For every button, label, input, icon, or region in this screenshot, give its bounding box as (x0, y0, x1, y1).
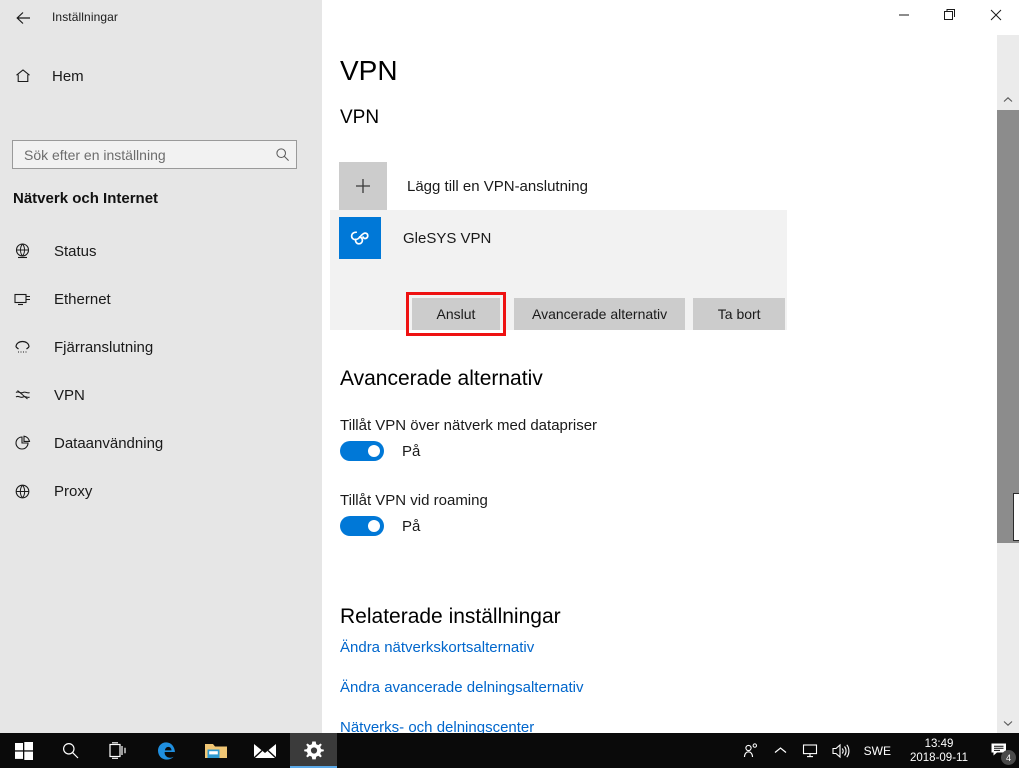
advanced-options-heading: Avancerade alternativ (340, 367, 543, 390)
close-icon[interactable] (973, 0, 1019, 30)
network-icon[interactable] (796, 733, 826, 768)
minimize-icon[interactable] (881, 0, 927, 30)
sidebar-item-proxy-label: Proxy (54, 482, 93, 500)
clipped-tooltip-edge (1013, 493, 1019, 541)
sidebar-category-heading: Nätverk och Internet (13, 190, 159, 207)
vpn-card-header: GleSYS VPN (339, 217, 491, 259)
search-icon[interactable] (268, 147, 296, 162)
vertical-scrollbar[interactable] (997, 35, 1019, 733)
chevron-up-icon[interactable] (997, 90, 1019, 110)
search-input[interactable]: Sök efter en inställning (12, 140, 297, 169)
glesys-logo-icon (339, 217, 381, 259)
chevron-up-icon[interactable] (766, 733, 796, 768)
vpn-icon (13, 386, 43, 405)
back-arrow-icon[interactable] (8, 4, 38, 32)
chevron-down-icon[interactable] (997, 713, 1019, 733)
toggle-switch-track[interactable] (340, 516, 384, 536)
remove-button[interactable]: Ta bort (693, 298, 786, 330)
globe-icon (13, 482, 43, 501)
search-input-placeholder: Sök efter en inställning (24, 146, 166, 163)
connect-button[interactable]: Anslut (412, 298, 500, 330)
sidebar-item-home[interactable]: Hem (0, 57, 322, 95)
scrollbar-thumb[interactable] (997, 110, 1019, 543)
settings-button[interactable] (290, 733, 337, 768)
connect-button-highlight: Anslut (406, 292, 506, 336)
pie-chart-icon (13, 434, 43, 453)
vpn-section-heading: VPN (340, 107, 380, 128)
people-icon[interactable] (736, 733, 766, 768)
taskbar: SWE 13:49 2018-09-11 4 (0, 733, 1019, 768)
related-link-network-sharing-center[interactable]: Nätverks- och delningscenter (340, 719, 534, 733)
language-indicator[interactable]: SWE (856, 744, 899, 758)
roaming-toggle[interactable]: På (340, 516, 420, 536)
clock-time: 13:49 (924, 737, 954, 750)
page-title: VPN (340, 55, 398, 86)
toggle-switch-track[interactable] (340, 441, 384, 461)
plus-icon (339, 162, 387, 210)
mail-button[interactable] (241, 733, 288, 768)
related-link-sharing-options[interactable]: Ändra avancerade delningsalternativ (340, 679, 584, 696)
sidebar-item-ethernet[interactable]: Ethernet (0, 275, 322, 323)
system-tray: SWE 13:49 2018-09-11 4 (736, 733, 1019, 768)
globe-status-icon (13, 242, 43, 261)
volume-icon[interactable] (826, 733, 856, 768)
related-link-adapter-options[interactable]: Ändra nätverkskortsalternativ (340, 639, 534, 656)
notification-icon[interactable]: 4 (979, 733, 1019, 768)
sidebar-item-vpn[interactable]: VPN (0, 371, 322, 419)
task-view-button[interactable] (94, 733, 141, 768)
sidebar-nav-list: Status Ethernet Fjärranslutning VPN Data… (0, 227, 322, 515)
sidebar-item-data-usage-label: Dataanvändning (54, 434, 164, 452)
roaming-option-label: Tillåt VPN vid roaming (340, 492, 488, 509)
edge-button[interactable] (143, 733, 190, 768)
clock-date: 2018-09-11 (910, 751, 968, 764)
sidebar-item-vpn-label: VPN (54, 386, 85, 404)
title-bar: Inställningar (0, 0, 1019, 35)
sidebar-item-status[interactable]: Status (0, 227, 322, 275)
main-content: VPN VPN Lägg till en VPN-anslutning GleS… (322, 35, 997, 733)
sidebar-item-ethernet-label: Ethernet (54, 290, 111, 308)
start-button[interactable] (0, 733, 47, 768)
toggle-switch-knob (368, 445, 380, 457)
related-settings-heading: Relaterade inställningar (340, 605, 561, 628)
advanced-options-button[interactable]: Avancerade alternativ (514, 298, 686, 330)
toggle-switch-knob (368, 520, 380, 532)
roaming-toggle-state: På (402, 517, 421, 535)
add-vpn-connection-button[interactable]: Lägg till en VPN-anslutning (339, 162, 779, 210)
sidebar: Hem Sök efter en inställning Nätverk och… (0, 35, 322, 733)
home-icon (14, 67, 42, 85)
sidebar-item-home-label: Hem (52, 67, 84, 85)
clock[interactable]: 13:49 2018-09-11 (899, 737, 979, 765)
metered-network-option-label: Tillåt VPN över nätverk med datapriser (340, 417, 598, 434)
add-vpn-connection-label: Lägg till en VPN-anslutning (407, 177, 588, 195)
sidebar-item-proxy[interactable]: Proxy (0, 467, 322, 515)
dialup-icon (13, 338, 43, 357)
file-explorer-button[interactable] (192, 733, 239, 768)
sidebar-item-dialup-label: Fjärranslutning (54, 338, 154, 356)
settings-window: Inställningar Hem Sök efter en inställni… (0, 0, 1019, 768)
metered-network-toggle-state: På (402, 442, 421, 460)
restore-icon[interactable] (927, 0, 973, 30)
sidebar-item-dialup[interactable]: Fjärranslutning (0, 323, 322, 371)
window-title: Inställningar (52, 10, 119, 24)
search-button[interactable] (47, 733, 94, 768)
title-bar-left-pane (0, 0, 322, 35)
vpn-action-buttons: Anslut Avancerade alternativ Ta bort (406, 292, 786, 336)
ethernet-icon (13, 290, 43, 309)
sidebar-item-data-usage[interactable]: Dataanvändning (0, 419, 322, 467)
vpn-connection-card[interactable]: GleSYS VPN Anslut Avancerade alternativ … (330, 210, 787, 336)
vpn-connection-name: GleSYS VPN (403, 229, 492, 247)
sidebar-item-status-label: Status (54, 242, 97, 260)
notification-badge: 4 (1001, 750, 1016, 765)
metered-network-toggle[interactable]: På (340, 441, 420, 461)
